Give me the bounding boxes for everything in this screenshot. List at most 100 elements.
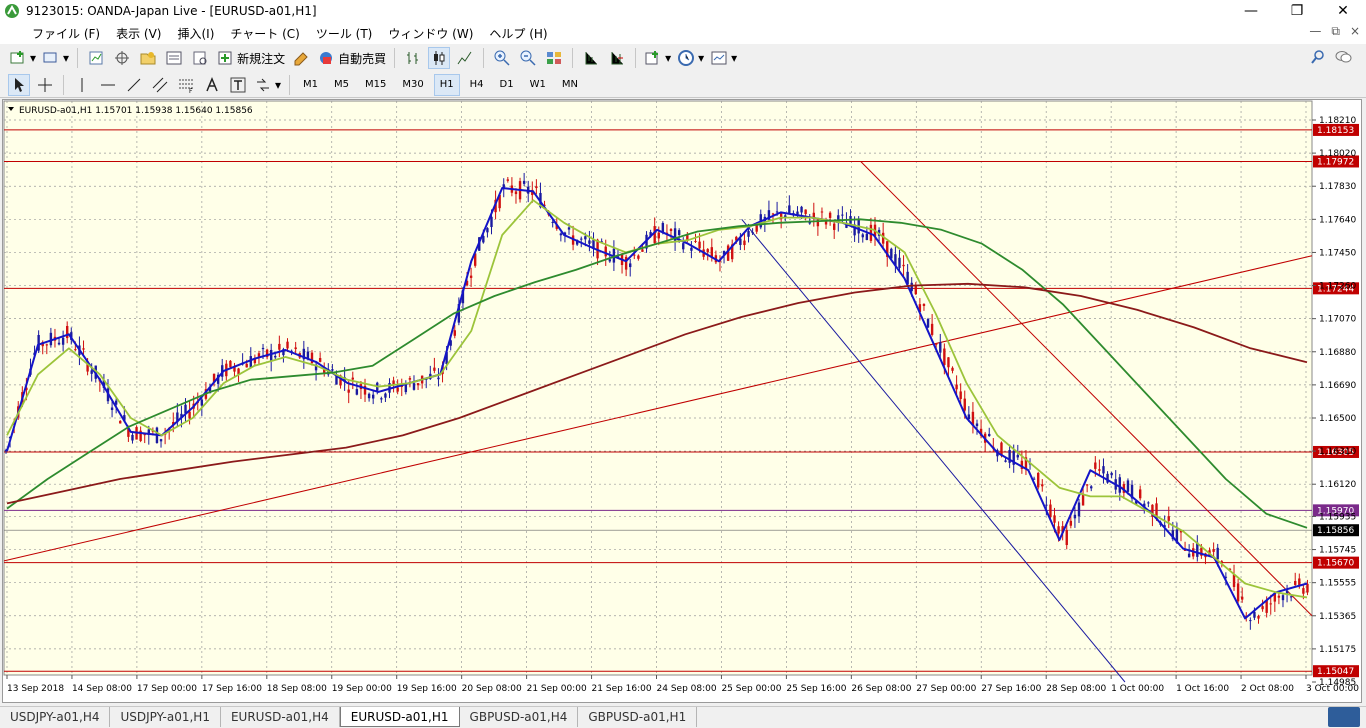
candle-body: [1065, 530, 1068, 546]
time-tick-label: 25 Sep 16:00: [786, 684, 846, 694]
indicators-button[interactable]: ▾: [643, 47, 672, 69]
close-button[interactable]: ✕: [1320, 0, 1366, 22]
menu-tools[interactable]: ツール (T): [308, 25, 381, 42]
periods-button[interactable]: ▾: [676, 47, 705, 69]
terminal-button[interactable]: [163, 47, 185, 69]
horizontal-line-tool[interactable]: [97, 74, 119, 96]
timeframe-h4[interactable]: H4: [464, 74, 490, 96]
arrows-tool[interactable]: ▾: [253, 74, 282, 96]
candle-body: [274, 355, 277, 358]
child-restore-button[interactable]: ⧉: [1331, 24, 1340, 39]
price-axis[interactable]: 1.18210 1.18020 1.17830 1.17640 1.17450 1.172…: [1312, 116, 1356, 688]
timeframe-h1[interactable]: H1: [433, 73, 460, 96]
time-axis[interactable]: 13 Sep 2018 14 Sep 08:00 17 Sep 00:00 17 Se…: [6, 675, 1359, 694]
navigator-icon: [140, 52, 156, 65]
candle-body: [351, 377, 354, 380]
tab-usdjpy-h4[interactable]: USDJPY-a01,H4: [0, 707, 111, 727]
cursor-tool[interactable]: [8, 73, 30, 96]
profiles-button[interactable]: ▾: [41, 47, 70, 69]
fibonacci-tool[interactable]: F: [175, 74, 197, 96]
candlestick-button[interactable]: [428, 47, 451, 69]
templates-button[interactable]: ▾: [709, 47, 738, 69]
time-tick-label: 18 Sep 08:00: [267, 684, 327, 694]
zoom-out-button[interactable]: [517, 47, 539, 69]
candle-body: [865, 233, 869, 241]
timeframe-mn[interactable]: MN: [556, 74, 584, 96]
candle-body: [988, 433, 991, 437]
timeframe-w1[interactable]: W1: [524, 74, 552, 96]
child-minimize-button[interactable]: —: [1309, 24, 1321, 39]
candle-body: [1147, 502, 1150, 504]
price-line-label: 1.15047: [1317, 667, 1354, 677]
horizontal-line-icon: [101, 84, 115, 85]
menu-window[interactable]: ウィンドウ (W): [380, 25, 481, 42]
bar-chart-button[interactable]: [402, 47, 424, 69]
menu-insert[interactable]: 挿入(I): [169, 25, 222, 42]
candle-body: [1073, 514, 1077, 519]
candle-body: [437, 377, 440, 380]
line-chart-button[interactable]: [454, 47, 476, 69]
menu-file[interactable]: ファイル (F): [24, 25, 108, 42]
chart-shift-icon: [585, 52, 598, 65]
new-order-button[interactable]: 新規注文: [215, 47, 286, 69]
new-chart-button[interactable]: ▾: [8, 47, 37, 69]
candle-body: [347, 389, 350, 393]
search-icon[interactable]: [1310, 49, 1326, 68]
auto-trading-button[interactable]: 自動売買: [316, 47, 387, 69]
maximize-button[interactable]: ❐: [1274, 0, 1320, 22]
auto-trading-icon: [320, 52, 333, 64]
time-tick-label: 21 Sep 00:00: [527, 684, 587, 694]
timeframe-m30[interactable]: M30: [396, 74, 429, 96]
data-window-button[interactable]: [111, 47, 133, 69]
chat-icon[interactable]: [1334, 49, 1352, 68]
tab-gbpusd-h4[interactable]: GBPUSD-a01,H4: [460, 707, 579, 727]
vertical-line-tool[interactable]: [71, 74, 93, 96]
candle-body: [159, 439, 163, 442]
price-chart[interactable]: 1.181531.179721.172441.163051.159701.156…: [3, 100, 1361, 702]
market-watch-button[interactable]: [85, 47, 107, 69]
candle-body: [930, 323, 934, 335]
timeframe-d1[interactable]: D1: [494, 74, 520, 96]
tab-eurusd-h4[interactable]: EURUSD-a01,H4: [221, 707, 340, 727]
timeframe-m1[interactable]: M1: [297, 74, 324, 96]
tab-eurusd-h1[interactable]: EURUSD-a01,H1: [339, 707, 460, 727]
candle-body: [1261, 606, 1264, 610]
tile-windows-button[interactable]: [543, 47, 565, 69]
candle-body: [380, 398, 383, 400]
candle-body: [812, 212, 816, 218]
candle-body: [1077, 502, 1081, 517]
candle-body: [955, 384, 958, 390]
crosshair-tool[interactable]: [34, 74, 56, 96]
candle-body: [49, 332, 53, 346]
tester-button[interactable]: [189, 47, 211, 69]
trendline-tool[interactable]: [123, 74, 145, 96]
minimize-button[interactable]: —: [1228, 0, 1274, 22]
menu-help[interactable]: ヘルプ (H): [481, 25, 555, 42]
candle-body: [416, 383, 420, 386]
menu-view[interactable]: 表示 (V): [108, 25, 169, 42]
navigator-button[interactable]: [137, 47, 159, 69]
metaeditor-button[interactable]: [290, 47, 312, 69]
auto-scroll-button[interactable]: [606, 47, 628, 69]
tab-usdjpy-h1[interactable]: USDJPY-a01,H1: [110, 707, 221, 727]
candle-body: [1269, 603, 1272, 605]
candle-body: [278, 343, 281, 350]
time-tick-label: 3 Oct 00:00: [1306, 684, 1359, 694]
timeframe-m15[interactable]: M15: [359, 74, 392, 96]
chart-shift-button[interactable]: [580, 47, 602, 69]
equidistant-channel-tool[interactable]: [149, 74, 171, 96]
zoom-in-button[interactable]: [491, 47, 513, 69]
tab-gbpusd-h1[interactable]: GBPUSD-a01,H1: [578, 707, 698, 727]
timeframe-m5[interactable]: M5: [328, 74, 355, 96]
menu-chart[interactable]: チャート (C): [222, 25, 307, 42]
text-tool[interactable]: [201, 74, 223, 96]
candle-body: [910, 282, 913, 292]
child-close-button[interactable]: ×: [1350, 24, 1360, 39]
chart-window[interactable]: 1.18153 1.17972 1.17244 1.16305 1.15970 1.156…: [2, 99, 1362, 703]
text-label-tool[interactable]: [227, 74, 249, 96]
candle-body: [751, 232, 754, 234]
candle-body: [775, 211, 779, 213]
plot-area[interactable]: [3, 100, 1313, 676]
candle-body: [1090, 486, 1093, 489]
price-tick-label: 1.16690: [1319, 381, 1356, 391]
